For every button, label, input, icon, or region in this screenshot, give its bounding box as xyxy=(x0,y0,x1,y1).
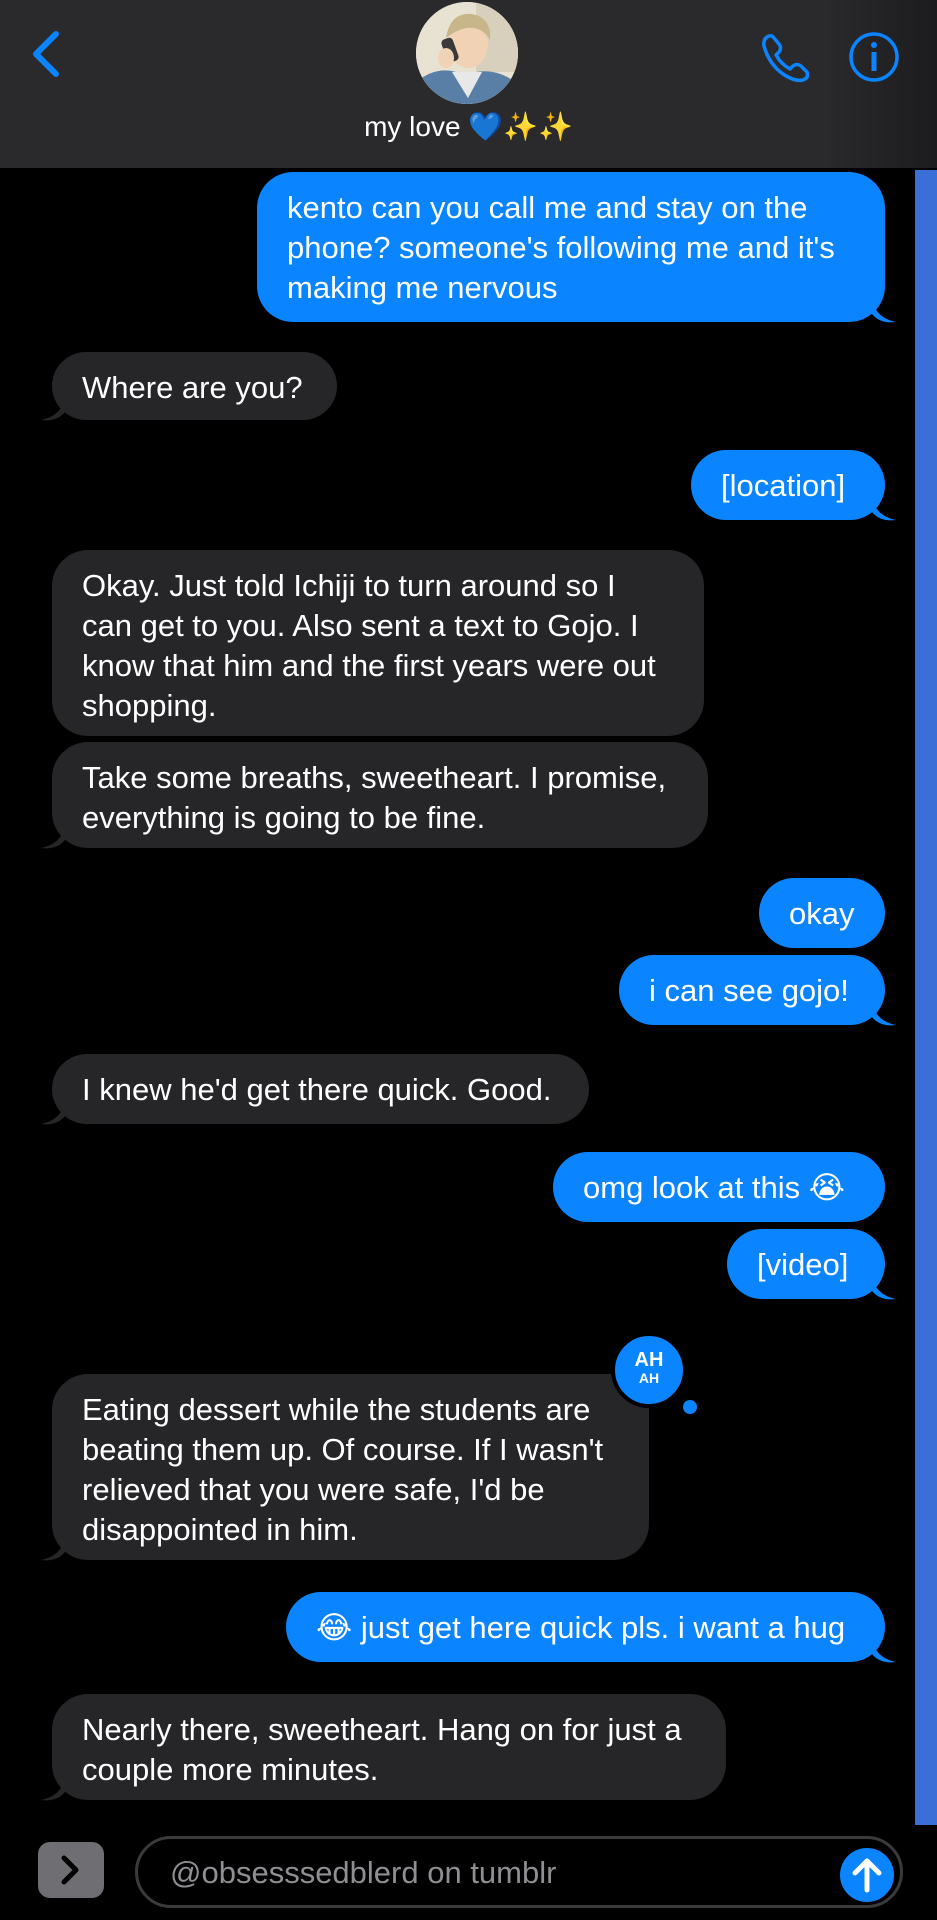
tapback-label: AH xyxy=(638,1370,660,1386)
bubble-tail xyxy=(41,826,65,849)
tapback-label: AH xyxy=(634,1349,664,1371)
bubble-tail xyxy=(872,300,896,323)
message-bubble-received[interactable]: I knew he'd get there quick. Good. xyxy=(52,1054,589,1124)
contact-name[interactable]: my love 💙✨✨ xyxy=(0,110,937,143)
message-input-placeholder: @obsesssedblerd on tumblr xyxy=(170,1855,557,1890)
bubble-tail xyxy=(872,1277,896,1300)
tapback-haha-badge[interactable]: AH AH xyxy=(611,1332,687,1408)
tapback-dot xyxy=(683,1400,697,1414)
message-bubble-sent[interactable]: [video] xyxy=(727,1229,885,1299)
bubble-tail xyxy=(41,398,65,421)
send-button[interactable] xyxy=(840,1848,894,1902)
message-bubble-received[interactable]: Eating dessert while the students are be… xyxy=(52,1374,649,1560)
message-bubble-sent[interactable]: omg look at this 😭 xyxy=(553,1152,885,1222)
message-bubble-sent[interactable]: i can see gojo! xyxy=(619,955,885,1025)
compose-bar: @obsesssedblerd on tumblr xyxy=(0,1828,937,1920)
bubble-tail xyxy=(872,1640,896,1663)
message-bubble-received[interactable]: Okay. Just told Ichiji to turn around so… xyxy=(52,550,704,736)
info-icon[interactable] xyxy=(848,31,900,83)
bubble-tail xyxy=(41,1102,65,1125)
message-bubble-received[interactable]: Take some breaths, sweetheart. I promise… xyxy=(52,742,708,848)
bubble-tail xyxy=(41,1778,65,1801)
bubble-tail xyxy=(41,1538,65,1561)
bubble-tail xyxy=(872,498,896,521)
bubble-tail xyxy=(872,1003,896,1026)
apps-button[interactable] xyxy=(38,1842,104,1898)
chevron-right-icon xyxy=(61,1855,79,1885)
message-bubble-sent[interactable]: okay xyxy=(759,878,885,948)
message-bubble-received[interactable]: Nearly there, sweetheart. Hang on for ju… xyxy=(52,1694,726,1800)
message-input[interactable]: @obsesssedblerd on tumblr xyxy=(135,1836,903,1908)
message-bubble-sent[interactable]: kento can you call me and stay on the ph… xyxy=(257,172,885,322)
phone-icon[interactable] xyxy=(757,30,813,86)
message-bubble-sent[interactable]: [location] xyxy=(691,450,885,520)
contact-avatar[interactable] xyxy=(416,2,518,104)
chevron-left-icon[interactable] xyxy=(26,28,70,80)
message-bubble-received[interactable]: Where are you? xyxy=(52,352,337,420)
message-bubble-sent[interactable]: 😂 just get here quick pls. i want a hug xyxy=(286,1592,885,1662)
scroll-indicator[interactable] xyxy=(915,170,937,1825)
conversation-header: my love 💙✨✨ xyxy=(0,0,937,168)
arrow-up-icon xyxy=(852,1858,882,1893)
